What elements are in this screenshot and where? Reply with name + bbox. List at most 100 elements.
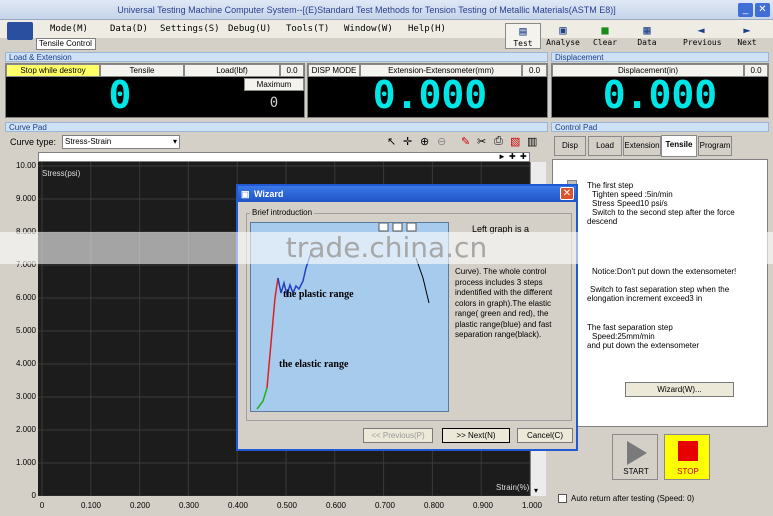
minimize-button[interactable]: _ bbox=[738, 3, 753, 17]
curve-type-select[interactable]: Stress-Strain ▾ bbox=[62, 135, 180, 149]
wizard-cancel-button[interactable]: Cancel(C) bbox=[517, 428, 573, 443]
zoom-out-icon[interactable]: ⊖ bbox=[437, 135, 446, 148]
extension-unit-value: 0.0 bbox=[522, 64, 547, 77]
step-1-title: The first step bbox=[587, 181, 634, 190]
export-icon[interactable]: ▥ bbox=[527, 135, 537, 148]
chart-icon[interactable]: ▧ bbox=[510, 135, 520, 148]
tab-tensile[interactable]: Tensile bbox=[661, 135, 697, 157]
print-icon[interactable]: ⎙ bbox=[494, 135, 503, 148]
menu-tools[interactable]: Tools(T) bbox=[286, 24, 329, 34]
y-tick-label: 3.000 bbox=[15, 392, 36, 401]
tab-disp[interactable]: Disp bbox=[554, 136, 586, 156]
wizard-close-button[interactable]: ✕ bbox=[560, 187, 574, 200]
clear-icon: ■ bbox=[601, 23, 609, 37]
close-button[interactable]: ✕ bbox=[755, 3, 770, 17]
app-logo-icon bbox=[7, 22, 33, 40]
step-2-switch: Switch to fast separation step when the bbox=[590, 285, 730, 294]
tab-load[interactable]: Load bbox=[588, 136, 622, 156]
scroll-right-icon[interactable]: ► bbox=[498, 152, 506, 161]
wizard-title: ▣ Wizard bbox=[238, 186, 576, 202]
curve-type-value: Stress-Strain bbox=[65, 137, 112, 146]
toolbar-label: Clear bbox=[592, 38, 618, 47]
shrink-icon[interactable]: ✚ bbox=[520, 152, 527, 161]
y-tick-label: 0 bbox=[31, 491, 36, 500]
step-3-title: The fast separation step bbox=[587, 323, 673, 332]
toolbar-clear-button[interactable]: ■ Clear bbox=[587, 23, 623, 49]
auto-return-checkbox[interactable] bbox=[558, 494, 567, 503]
toolbar-data-button[interactable]: ▦ Data bbox=[629, 23, 665, 49]
extension-value: 0.000 bbox=[372, 73, 488, 117]
tab-extension[interactable]: Extension bbox=[623, 136, 661, 156]
x-tick-label: 0.500 bbox=[276, 501, 298, 510]
brief-intro-title: Brief introduction bbox=[250, 208, 315, 217]
menu-help[interactable]: Help(H) bbox=[408, 24, 446, 34]
title-bar: Universal Testing Machine Computer Syste… bbox=[0, 0, 773, 20]
watermark: trade.china.cn bbox=[0, 232, 773, 264]
curve-toolbar: Curve type: Stress-Strain ▾ ↖ ✛ ⊕ ⊖ ✎ ✂ ⎙… bbox=[5, 133, 546, 151]
load-value: 0 bbox=[108, 73, 132, 117]
menu-settings[interactable]: Settings(S) bbox=[160, 24, 220, 34]
scroll-down-icon[interactable]: ▾ bbox=[534, 486, 538, 495]
load-unit-label: Load(lbf) bbox=[184, 64, 280, 77]
menu-window[interactable]: Window(W) bbox=[344, 24, 393, 34]
zoom-in-icon[interactable]: ⊕ bbox=[420, 135, 429, 148]
wizard-app-icon: ▣ bbox=[241, 189, 250, 199]
window-title: Universal Testing Machine Computer Syste… bbox=[117, 5, 616, 15]
x-tick-label: 0.200 bbox=[129, 501, 151, 510]
pointer-icon[interactable]: ↖ bbox=[387, 135, 396, 148]
x-tick-label: 0.400 bbox=[227, 501, 249, 510]
toolbar-previous-button[interactable]: ◄ Previous bbox=[683, 23, 722, 49]
wizard-description: Curve). The whole control process includ… bbox=[455, 267, 553, 339]
y-tick-label: 2.000 bbox=[15, 425, 36, 434]
maximum-value: 0 bbox=[269, 95, 279, 111]
start-button[interactable]: START bbox=[612, 434, 658, 480]
chevron-down-icon: ▾ bbox=[172, 137, 177, 146]
tab-program[interactable]: Program bbox=[698, 136, 732, 156]
toolbar-label: Analyse bbox=[546, 38, 580, 47]
toolbar-next-button[interactable]: ► Next bbox=[729, 23, 765, 49]
toolbar-analyse-button[interactable]: ▣ Analyse bbox=[545, 23, 581, 49]
curve-scrollbar[interactable] bbox=[38, 152, 530, 162]
stop-label: STOP bbox=[677, 467, 699, 476]
x-tick-label: 1.000 bbox=[521, 501, 543, 510]
step-1-tighten: Tighten speed :5in/min bbox=[592, 190, 673, 199]
displacement-value: 0.000 bbox=[602, 73, 718, 117]
wizard-title-text: Wizard bbox=[254, 189, 284, 199]
elastic-range-label: the elastic range bbox=[279, 359, 349, 370]
stop-icon bbox=[678, 441, 698, 461]
step-1-switch: Switch to the second step after the forc… bbox=[592, 208, 735, 217]
arrow-left-icon: ◄ bbox=[697, 23, 705, 37]
arrow-right-icon: ► bbox=[743, 23, 751, 37]
expand-icon[interactable]: ✚ bbox=[509, 152, 516, 161]
stop-button[interactable]: STOP bbox=[664, 434, 710, 480]
cut-icon[interactable]: ✂ bbox=[477, 135, 486, 148]
x-tick-label: 0 bbox=[39, 501, 45, 510]
toolbar-label: Data bbox=[637, 38, 657, 47]
y-tick-label: 5.000 bbox=[15, 326, 36, 335]
step-1-stress: Stress Speed10 psi/s bbox=[592, 199, 668, 208]
step-1-descend: descend bbox=[587, 217, 618, 226]
x-tick-label: 0.100 bbox=[80, 501, 102, 510]
mode-label: Tensile Control bbox=[36, 38, 96, 50]
toolbar-label: Test bbox=[513, 39, 533, 48]
menu-mode[interactable]: Mode(M) bbox=[50, 24, 88, 34]
displacement-header: Displacement bbox=[551, 52, 769, 62]
step-3-speed: Speed:25mm/min bbox=[592, 332, 655, 341]
analyse-icon: ▣ bbox=[559, 23, 567, 37]
wizard-button[interactable]: Wizard(W)... bbox=[625, 382, 734, 397]
pen-icon[interactable]: ✎ bbox=[461, 135, 470, 148]
y-tick-label: 4.000 bbox=[15, 359, 36, 368]
x-tick-label: 0.900 bbox=[472, 501, 494, 510]
wizard-previous-button[interactable]: << Previous(P) bbox=[363, 428, 433, 443]
y-axis-label: Stress(psi) bbox=[42, 169, 81, 178]
menu-data[interactable]: Data(D) bbox=[110, 24, 148, 34]
y-tick-label: 10.00 bbox=[15, 161, 36, 170]
crosshair-icon[interactable]: ✛ bbox=[403, 135, 412, 148]
y-tick-label: 9.000 bbox=[15, 194, 36, 203]
menu-debug[interactable]: Debug(U) bbox=[228, 24, 271, 34]
data-icon: ▦ bbox=[643, 23, 651, 37]
notice-text: Notice:Don't put down the extensometer! bbox=[592, 267, 737, 276]
toolbar-test-button[interactable]: ▤ Test bbox=[505, 23, 541, 49]
maximum-label: Maximum bbox=[244, 78, 304, 91]
wizard-next-button[interactable]: >> Next(N) bbox=[442, 428, 510, 443]
